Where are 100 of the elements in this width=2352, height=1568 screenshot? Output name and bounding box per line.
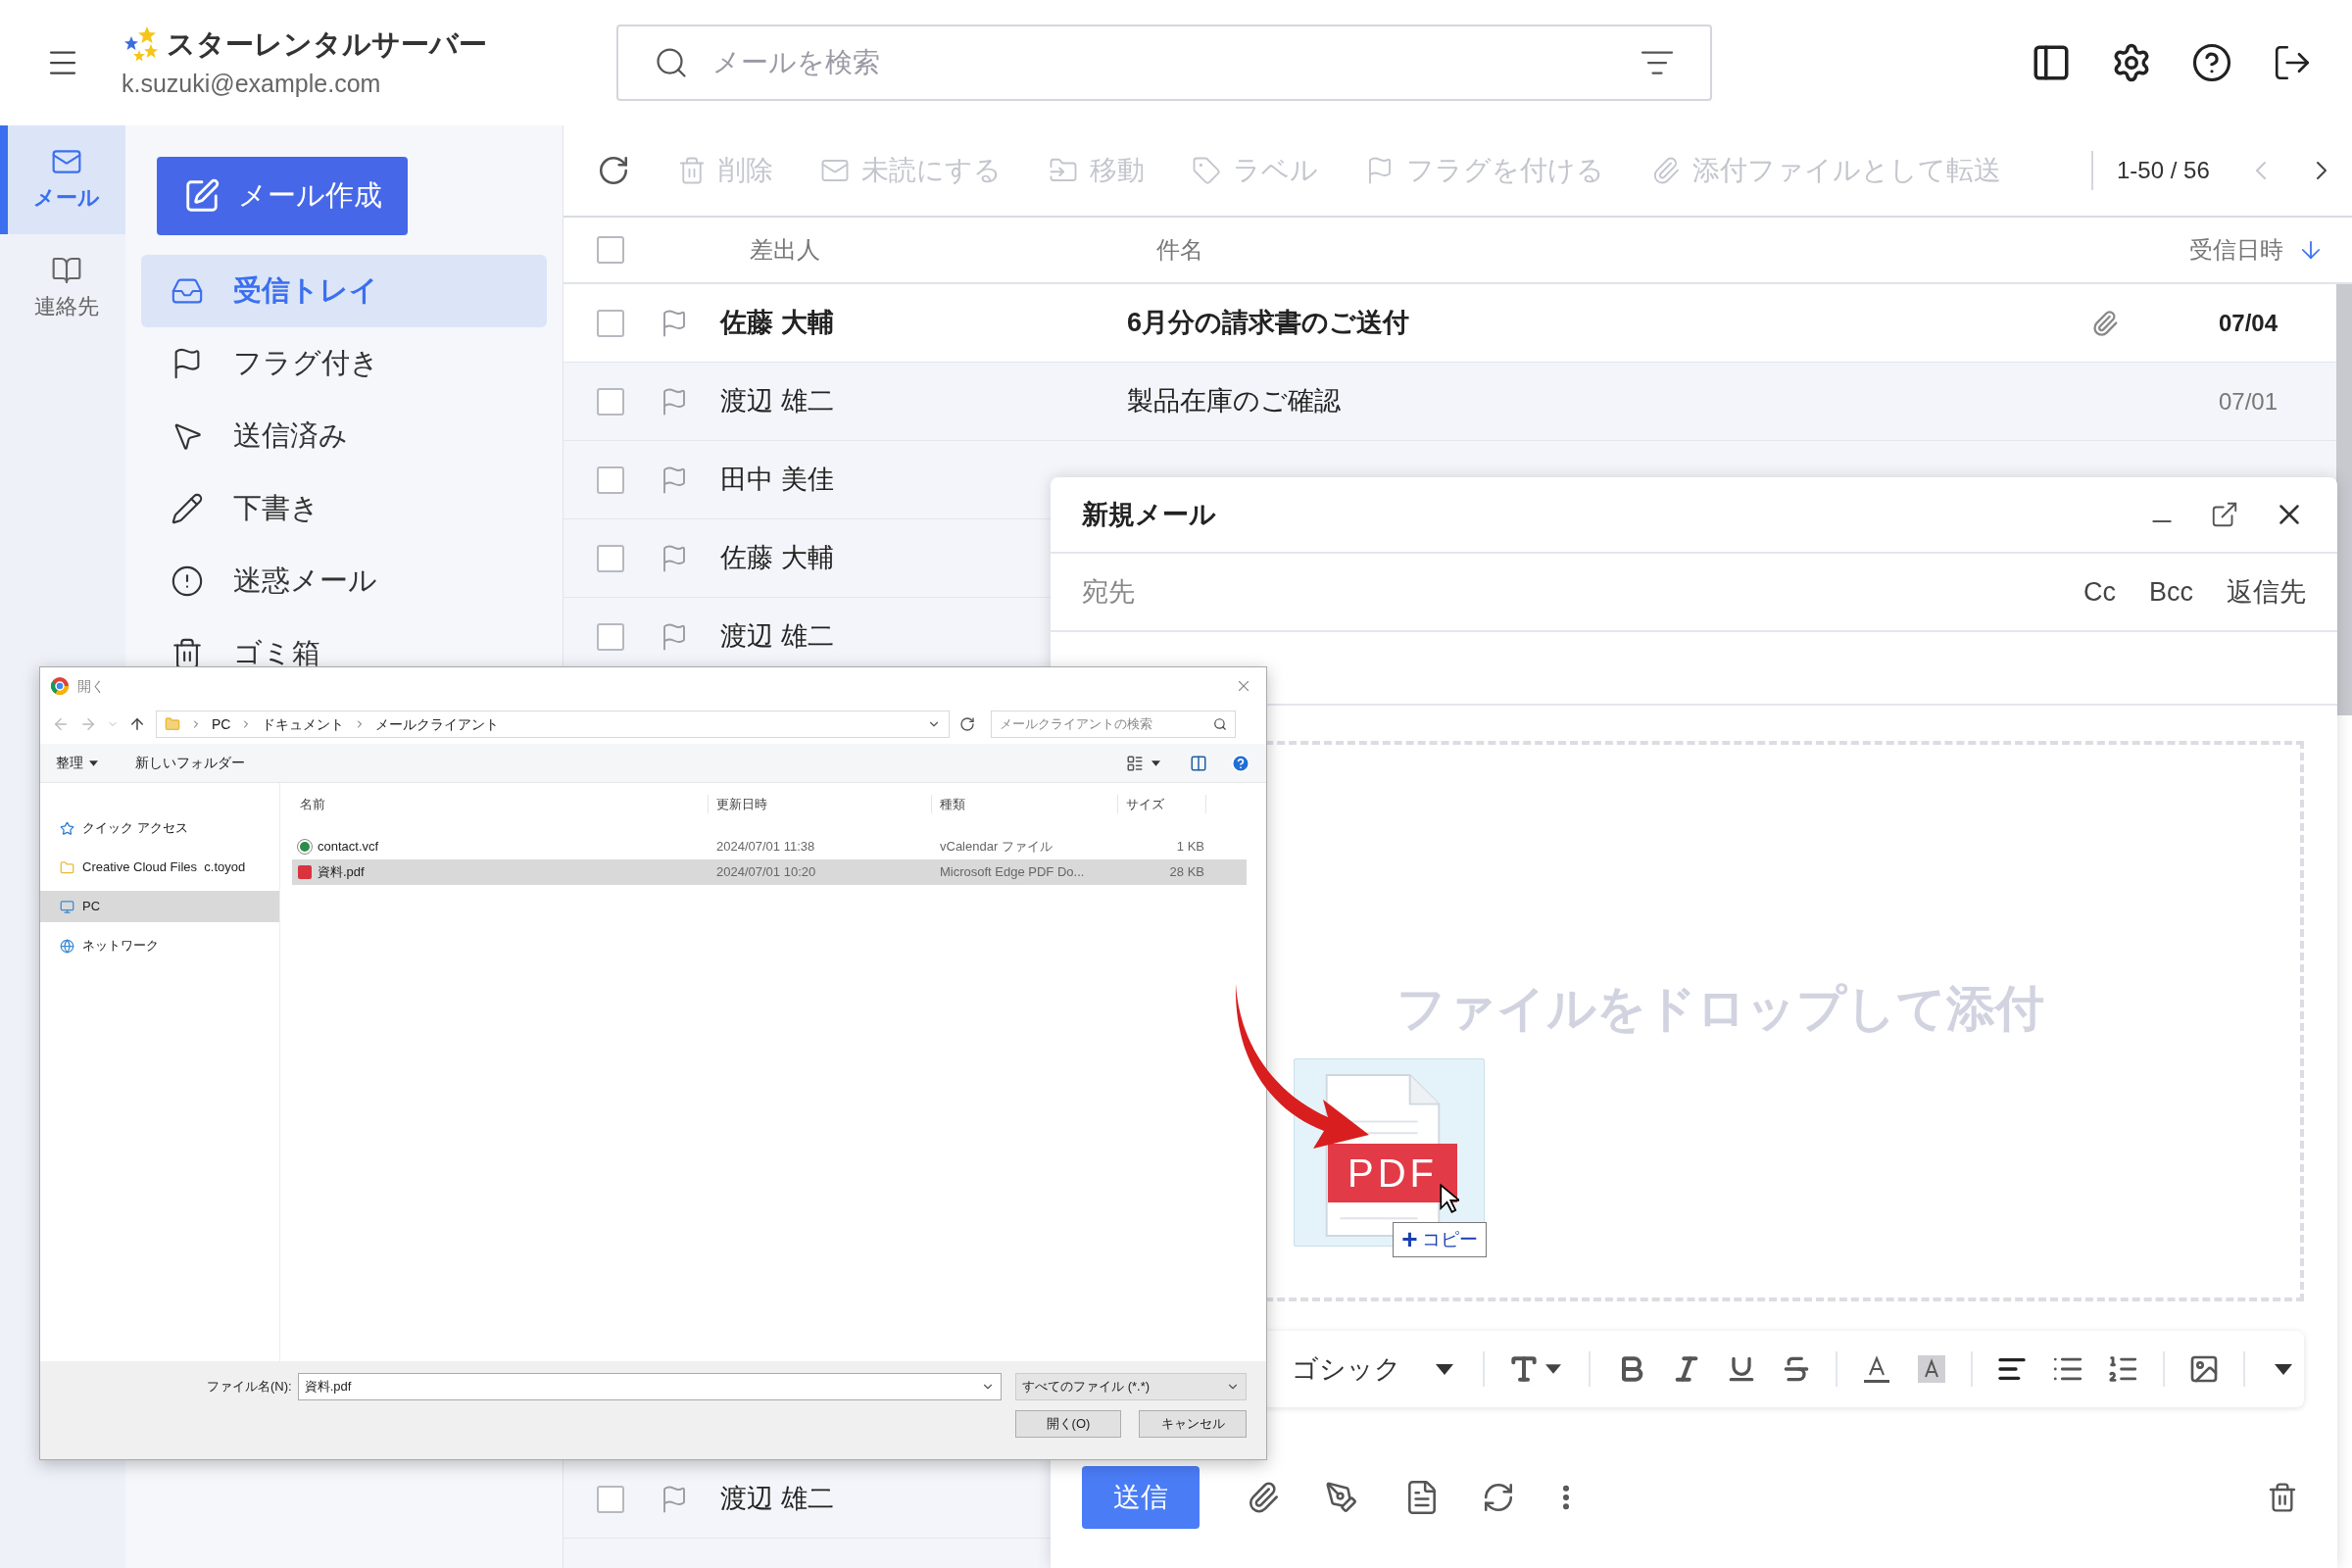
folder-item[interactable]: 送信済み: [141, 400, 547, 472]
compose-title: 新規メール: [1082, 498, 1216, 531]
help-icon[interactable]: [2191, 42, 2232, 83]
file-type-select[interactable]: すべてのファイル (*.*): [1015, 1373, 1247, 1400]
search-input[interactable]: メールを検索: [712, 42, 1640, 83]
breadcrumb[interactable]: メールクライアント: [375, 713, 500, 735]
search-input[interactable]: メールクライアントの検索: [1000, 714, 1213, 734]
sender: 渡辺 雄二: [720, 385, 834, 418]
breadcrumb[interactable]: PC: [212, 713, 231, 735]
rail-tab[interactable]: メール: [0, 125, 125, 234]
address-bar[interactable]: PC ドキュメント メールクライアント: [156, 710, 950, 738]
image-icon[interactable]: [2188, 1353, 2220, 1385]
checkbox[interactable]: [597, 387, 624, 416]
paperclip-icon[interactable]: [1247, 1481, 1280, 1514]
file-date: 2024/07/01 11:38: [715, 838, 816, 857]
checkbox[interactable]: [597, 622, 624, 651]
compose-button[interactable]: メール作成: [157, 157, 408, 235]
star-icon: [60, 820, 74, 836]
column-header[interactable]: 名前: [292, 794, 709, 813]
file-size: 28 KB: [1168, 863, 1204, 882]
search-field[interactable]: メールを検索: [616, 24, 1712, 101]
search-icon: [654, 45, 689, 80]
copy-badge: +コピー: [1393, 1222, 1487, 1257]
organize-menu[interactable]: 整理: [56, 753, 98, 773]
sender: 佐藤 大輔: [720, 307, 834, 340]
sync-icon[interactable]: [1482, 1481, 1515, 1514]
nav-item[interactable]: PC: [40, 891, 279, 922]
recipient-link[interactable]: Bcc: [2149, 571, 2193, 612]
column-header[interactable]: サイズ: [1118, 794, 1206, 813]
nav-item[interactable]: ネットワーク: [40, 930, 279, 961]
folder-item[interactable]: ゴミ箱: [141, 617, 547, 690]
folder-item[interactable]: 下書き: [141, 472, 547, 545]
folder-icon: [165, 716, 180, 732]
cancel-button[interactable]: キャンセル: [1139, 1410, 1247, 1438]
highlight-icon[interactable]: [1916, 1353, 1947, 1385]
checkbox[interactable]: [597, 466, 624, 494]
open-button[interactable]: 開く(O): [1015, 1410, 1121, 1438]
text-size-icon[interactable]: [1508, 1353, 1540, 1385]
folder-icon: [60, 859, 74, 875]
subject: 6月分の請求書のご送付: [1127, 308, 1410, 338]
dialog-title: 開く: [77, 676, 105, 696]
pen-icon[interactable]: [1325, 1481, 1358, 1514]
caret-icon[interactable]: [1545, 1364, 1561, 1374]
send-button[interactable]: 送信: [1082, 1466, 1200, 1529]
sender: 渡辺 雄二: [720, 620, 834, 654]
column-header[interactable]: 更新日時: [709, 794, 932, 813]
file-row[interactable]: 資料.pdf 2024/07/01 10:20 Microsoft Edge PDF Do... 28 KB: [292, 859, 1247, 885]
refresh-icon[interactable]: [959, 716, 975, 732]
paperclip-icon: [1651, 156, 1681, 185]
trash-icon: [677, 156, 707, 185]
view-icon[interactable]: [1126, 754, 1144, 772]
column-header[interactable]: 種類: [932, 794, 1118, 813]
monitor-icon: [60, 899, 74, 914]
nav-item[interactable]: クイック アクセス: [40, 812, 279, 844]
file-date: 2024/07/01 10:20: [715, 863, 817, 882]
alert-icon: [171, 564, 204, 598]
checkbox[interactable]: [597, 309, 624, 337]
folder-item[interactable]: 受信トレイ: [141, 255, 547, 327]
pdf-label: PDF: [1328, 1144, 1457, 1202]
checkbox[interactable]: [597, 544, 624, 572]
refresh-icon[interactable]: [597, 154, 630, 187]
browser-icon: [50, 676, 70, 696]
recipient-link[interactable]: Cc: [2083, 571, 2116, 612]
globe-icon: [60, 938, 74, 954]
file-size: 1 KB: [1175, 838, 1204, 857]
column-header[interactable]: 差出人: [750, 232, 1156, 268]
preview-pane-icon[interactable]: [1190, 754, 1207, 772]
select-all-checkbox[interactable]: [597, 236, 624, 264]
contact-file-icon: [298, 840, 312, 854]
column-header[interactable]: 受信日時: [2189, 232, 2283, 268]
trash-icon[interactable]: [2267, 1482, 2298, 1513]
search-field[interactable]: メールクライアントの検索: [991, 710, 1236, 738]
pencil-icon: [171, 492, 204, 525]
checkbox[interactable]: [597, 1485, 624, 1513]
sender: 佐藤 大輔: [720, 542, 834, 575]
recipient-link[interactable]: 返信先: [2227, 571, 2306, 612]
folder-item[interactable]: 迷惑メール: [141, 545, 547, 617]
scrollbar[interactable]: [2336, 284, 2352, 715]
popout-icon[interactable]: [2210, 500, 2239, 529]
file-type: vCalendar ファイル: [939, 838, 1054, 857]
up-icon[interactable]: [128, 715, 146, 733]
sender: 渡辺 雄二: [720, 1483, 834, 1516]
rail-tab[interactable]: 連絡先: [0, 234, 125, 343]
page-range: 1-50 / 56: [2117, 156, 2210, 185]
date: 07/01: [2218, 387, 2278, 415]
caret-icon[interactable]: [1152, 760, 1160, 766]
folder-item[interactable]: フラグ付き: [141, 327, 547, 400]
file-name: 資料.pdf: [318, 863, 365, 882]
breadcrumb[interactable]: ドキュメント: [262, 713, 345, 735]
sender: 田中 美佳: [720, 464, 834, 497]
pdf-file-icon: [298, 865, 312, 879]
to-label: 宛先: [1082, 575, 1135, 609]
caret-icon: [89, 760, 98, 766]
column-header[interactable]: 件名: [1156, 232, 1203, 268]
caret-icon[interactable]: [2275, 1363, 2292, 1375]
font-select[interactable]: ゴシック: [1292, 1348, 1453, 1390]
filename-field[interactable]: 資料.pdf: [297, 1373, 1003, 1400]
tag-icon: [1192, 156, 1221, 185]
new-folder-button[interactable]: 新しいフォルダー: [135, 753, 245, 773]
nav-item[interactable]: Creative Cloud Files c.toyod: [40, 852, 279, 883]
